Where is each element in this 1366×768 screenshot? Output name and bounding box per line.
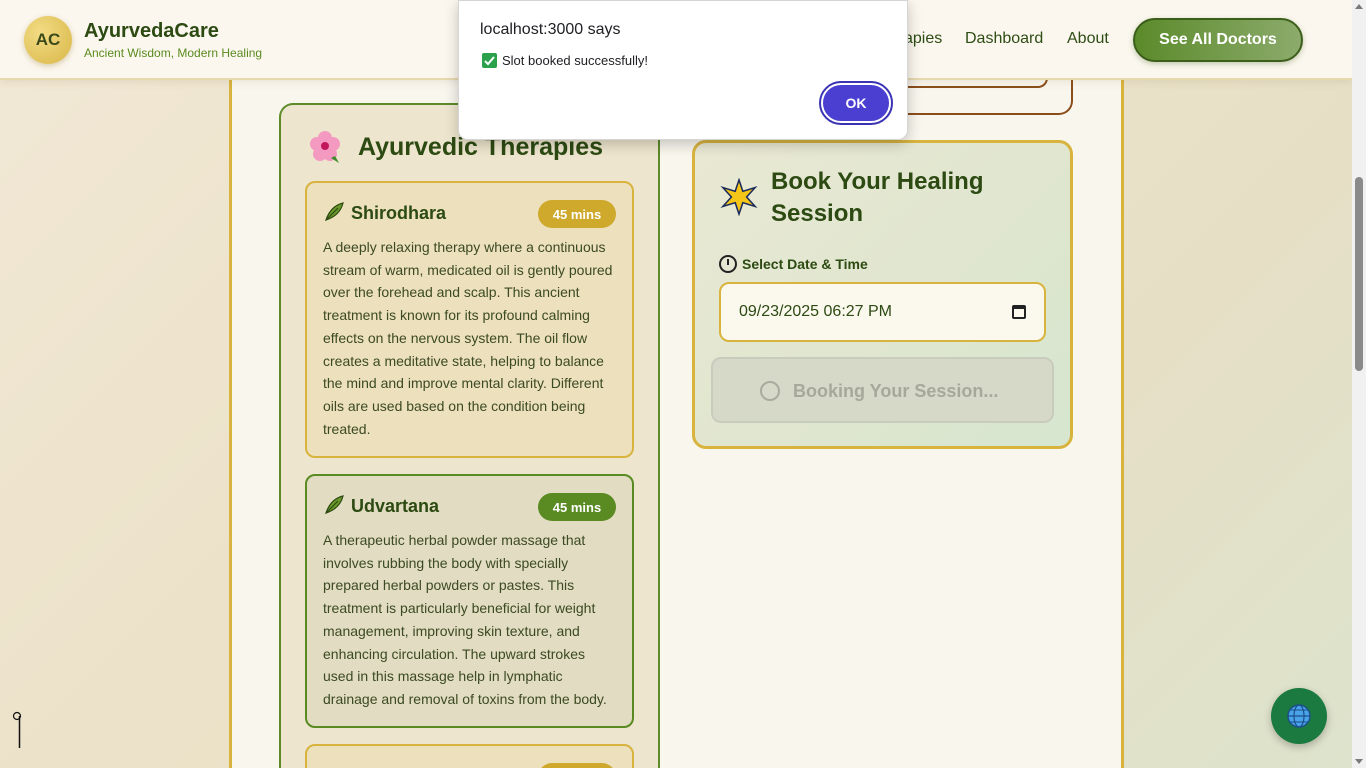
date-time-input[interactable]: 09/23/2025 06:27 PM [719, 282, 1046, 342]
therapy-name: Shirodhara [351, 203, 447, 223]
brand-name[interactable]: AyurvedaCare [84, 20, 219, 43]
dialog-origin: localhost:3000 says [480, 21, 621, 38]
therapy-card-udvartana[interactable]: Udvartana 45 mins A therapeutic herbal p… [305, 474, 634, 728]
text-cursor-icon [12, 711, 22, 748]
scrollbar-thumb[interactable] [1355, 177, 1363, 371]
book-session-label: Booking Your Session... [793, 381, 999, 401]
see-all-doctors-button[interactable]: See All Doctors [1133, 18, 1303, 62]
date-time-label: Select Date & Time [742, 256, 868, 272]
page-scrollbar[interactable] [1352, 0, 1366, 768]
language-globe-button[interactable] [1271, 688, 1327, 744]
herb-leaf-icon [323, 201, 345, 229]
booking-title: Book Your Healing Session [771, 168, 984, 227]
loading-spinner-icon [760, 381, 780, 401]
therapy-card-partial[interactable] [305, 744, 634, 768]
sparkle-star-icon [720, 178, 758, 216]
hibiscus-icon [307, 128, 343, 172]
alert-dialog: localhost:3000 says Slot booked successf… [458, 0, 908, 140]
dialog-message: Slot booked successfully! [502, 53, 648, 68]
duration-badge: 45 mins [538, 493, 616, 521]
dialog-ok-button[interactable]: OK [819, 81, 893, 125]
globe-icon [1287, 704, 1311, 728]
duration-badge: 45 mins [538, 200, 616, 228]
herb-leaf-icon [323, 494, 345, 522]
nav-link-about[interactable]: About [1067, 30, 1109, 48]
therapy-card-shirodhara[interactable]: Shirodhara 45 mins A deeply relaxing the… [305, 181, 634, 458]
nav-link-therapies[interactable]: apies [904, 30, 942, 48]
therapy-description: A deeply relaxing therapy where a contin… [323, 239, 613, 437]
logo-badge[interactable]: AC [24, 16, 72, 64]
scroll-down-arrow-icon[interactable] [1355, 759, 1363, 764]
check-mark-icon [482, 53, 497, 68]
book-session-button[interactable]: Booking Your Session... [711, 357, 1054, 423]
clock-icon [719, 255, 737, 273]
therapy-description: A therapeutic herbal powder massage that… [323, 532, 607, 707]
brand-tagline: Ancient Wisdom, Modern Healing [84, 46, 263, 60]
date-time-value: 09/23/2025 06:27 PM [739, 303, 893, 320]
therapy-name: Udvartana [351, 496, 440, 516]
duration-badge-partial [538, 763, 616, 768]
scroll-up-arrow-icon[interactable] [1355, 4, 1363, 9]
calendar-icon[interactable] [1012, 305, 1026, 319]
nav-link-dashboard[interactable]: Dashboard [965, 30, 1043, 48]
